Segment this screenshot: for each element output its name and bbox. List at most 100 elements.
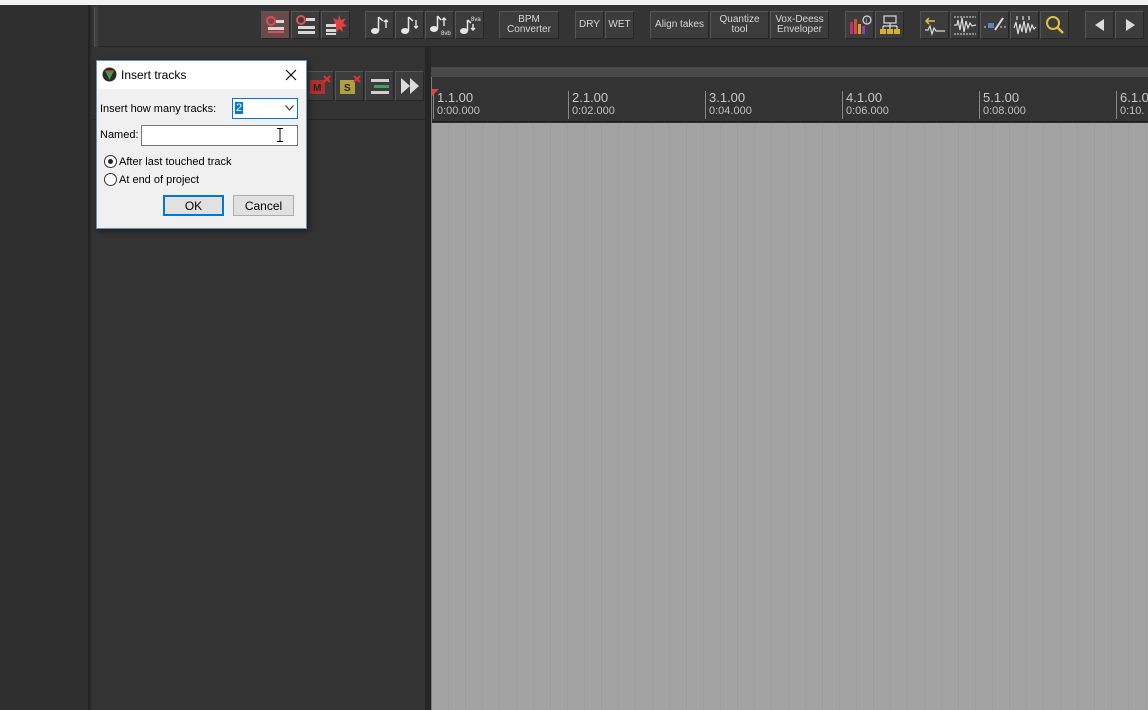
ruler-beat-label: 3.1.00 [709, 90, 746, 105]
next-button[interactable] [1115, 11, 1144, 39]
wet-button[interactable]: WET [605, 11, 634, 39]
svg-text:S: S [344, 83, 351, 94]
waveform-select-button[interactable] [950, 11, 979, 39]
dialog-close-button[interactable] [280, 65, 302, 85]
end-of-project-label[interactable]: At end of project [119, 174, 199, 186]
record-arm-all-button[interactable] [291, 11, 320, 39]
record-clear-button[interactable] [321, 11, 350, 39]
ruler-beat-label: 4.1.00 [846, 90, 883, 105]
reaper-logo-icon [102, 67, 117, 82]
svg-text:8vb: 8vb [441, 31, 451, 36]
undo-wave-icon [924, 17, 945, 36]
double-chevron-right-icon [400, 78, 419, 94]
timeline-ruler[interactable]: 1.1.00 0:00.000 2.1.00 0:02.000 3.1.00 0… [431, 77, 1148, 122]
expand-toolbar-button[interactable] [395, 71, 424, 101]
transient-icon [1012, 16, 1036, 35]
stems-tree-icon [879, 15, 900, 34]
pencil-icon [983, 17, 1006, 31]
note-up-icon [370, 16, 388, 34]
svg-text:i: i [865, 19, 866, 25]
daw-window: 8vb 8va BPM Converter DRY WET Align take… [0, 0, 1148, 710]
note-down-icon [400, 16, 418, 34]
text-cursor-icon [277, 128, 283, 142]
bpm-converter-label: BPM Converter [507, 14, 551, 35]
record-track-icon [265, 16, 284, 33]
after-last-track-radio[interactable] [104, 155, 117, 168]
note-octave-up-icon: 8vb [429, 15, 451, 36]
radio-selected-dot [108, 159, 113, 164]
ruler-beat-label: 2.1.00 [572, 90, 609, 105]
dialog-titlebar[interactable]: Insert tracks [97, 61, 306, 89]
ruler-beat-label: 5.1.00 [983, 90, 1020, 105]
unsolo-all-button[interactable]: S [335, 71, 364, 101]
arrow-right-icon [1125, 19, 1135, 31]
ruler-time-label: 0:06.000 [846, 105, 889, 117]
pitch-up-semitone-button[interactable] [365, 11, 394, 39]
pitch-down-semitone-button[interactable] [395, 11, 424, 39]
bpm-converter-button[interactable]: BPM Converter [499, 11, 559, 39]
svg-text:8va: 8va [471, 17, 481, 23]
dry-button[interactable]: DRY [575, 11, 604, 39]
insert-tracks-dialog: Insert tracks Insert how many tracks: 2 … [96, 60, 307, 229]
ruler-time-label: 0:08.000 [983, 105, 1026, 117]
ruler-mark: 5.1.00 0:08.000 [979, 91, 1026, 119]
vox-deess-label: Vox-Deess Enveloper [775, 14, 824, 35]
ruler-mark: 6.1.0 0:10. [1116, 91, 1148, 119]
track-list-icon [370, 79, 389, 94]
play-cursor-line [431, 77, 432, 710]
pitch-down-octave-button[interactable]: 8va [455, 11, 484, 39]
arrange-view[interactable] [431, 123, 1148, 710]
ruler-header [431, 47, 1148, 67]
record-arm-track-button[interactable] [261, 11, 290, 39]
loudness-info-button[interactable]: i [845, 11, 874, 39]
track-count-combobox[interactable]: 2 [232, 98, 298, 119]
vox-deess-enveloper-button[interactable]: Vox-Deess Enveloper [770, 11, 829, 39]
end-of-project-radio[interactable] [104, 173, 117, 186]
quantize-tool-button[interactable]: Quantize tool [710, 11, 769, 39]
burst-icon [325, 15, 347, 35]
mute-clear-icon: M [309, 75, 331, 94]
dry-label: DRY [579, 19, 600, 30]
ruler-beat-label: 1.1.00 [437, 90, 474, 105]
pitch-up-octave-button[interactable]: 8vb [425, 11, 454, 39]
align-takes-button[interactable]: Align takes [650, 11, 709, 39]
unmute-all-button[interactable]: M [305, 71, 334, 101]
ruler-mark: 3.1.00 0:04.000 [705, 91, 752, 119]
prev-button[interactable] [1085, 11, 1114, 39]
pencil-edit-button[interactable] [980, 11, 1009, 39]
note-octave-down-icon: 8va [459, 17, 481, 34]
track-count-value: 2 [235, 102, 244, 114]
magnifier-icon [1045, 16, 1064, 34]
render-stems-button[interactable] [875, 11, 904, 39]
track-count-label: Insert how many tracks: [100, 103, 217, 115]
record-all-icon [295, 15, 315, 34]
dialog-title: Insert tracks [121, 68, 187, 82]
close-icon [285, 69, 297, 81]
zoom-button[interactable] [1040, 11, 1069, 39]
edit-cursor-marker-icon[interactable] [431, 89, 439, 99]
ruler-time-label: 0:00.000 [437, 105, 480, 117]
ok-button[interactable]: OK [163, 195, 224, 216]
toolbar-grip[interactable] [94, 7, 98, 47]
ruler-beat-label: 6.1.0 [1120, 90, 1148, 105]
chevron-down-icon[interactable] [285, 105, 294, 111]
track-list-button[interactable] [365, 71, 394, 101]
ruler-time-label: 0:02.000 [572, 105, 615, 117]
left-dock-pane [0, 5, 90, 710]
svg-text:M: M [313, 83, 321, 94]
after-last-track-label[interactable]: After last touched track [119, 156, 232, 168]
ruler-time-label: 0:10. [1120, 105, 1145, 117]
loudness-meter-icon: i [849, 15, 872, 34]
wet-label: WET [608, 19, 631, 30]
arrow-left-icon [1094, 19, 1104, 31]
transient-split-button[interactable] [1010, 11, 1039, 39]
ruler-mark: 1.1.00 0:00.000 [433, 91, 480, 119]
align-takes-label: Align takes [655, 19, 704, 30]
ruler-mark: 2.1.00 0:02.000 [568, 91, 615, 119]
horizontal-scrollbar[interactable] [431, 67, 1148, 77]
cancel-button[interactable]: Cancel [233, 195, 294, 216]
waveform-icon [953, 16, 976, 35]
quantize-tool-label: Quantize tool [719, 14, 760, 35]
undo-envelope-button[interactable] [920, 11, 949, 39]
track-name-input[interactable] [141, 125, 298, 146]
